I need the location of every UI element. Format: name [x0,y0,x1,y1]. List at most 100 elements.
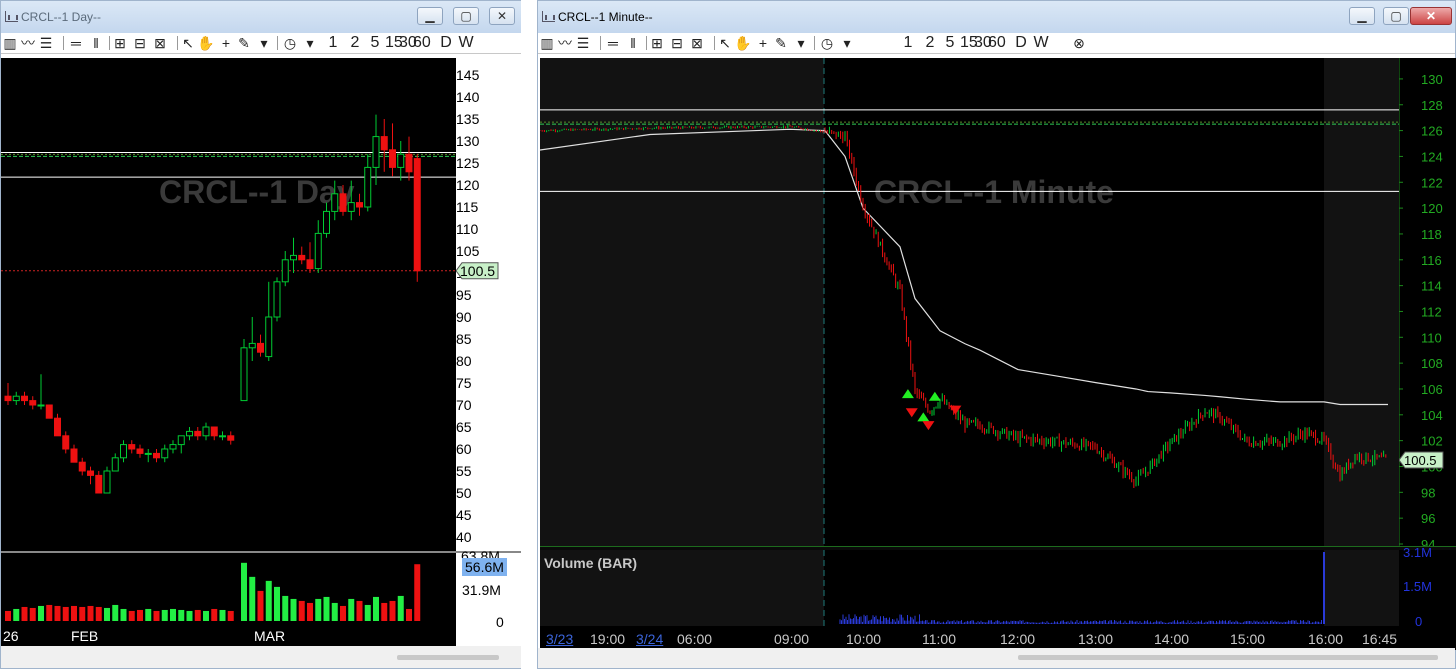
volume-bar [54,605,61,621]
minute-price-plot[interactable]: CRCL--1 Minute [540,58,1399,546]
daily-chart-window[interactable]: CRCL--1 Day-- ▁ ▢ ✕ ▥ 〰 ☰ ═ ‖ ⊞ ⊟ ⊠ ↖ ✋ + ✎ ▾ ◷ ▾ 1 2 5 15… [0,0,522,669]
price-axis-label: 95 [456,287,472,303]
volume-bar [397,595,404,621]
zoom-in-icon[interactable]: ⊞ [111,34,129,52]
volume-bar [145,608,152,621]
minute-chart-window[interactable]: CRCL--1 Minute-- ▁ ▢ ✕ ▥ 〰 ☰ ═ ‖ ⊞ ⊟ ⊠ ↖ ✋ + ✎ ▾ ◷ ▾ 1 2… [537,0,1456,669]
cursor-icon[interactable]: ↖ [179,34,197,52]
zoom-out-icon[interactable]: ⊟ [131,34,149,52]
volume-bar [290,598,297,621]
maximize-button[interactable]: ▢ [1383,7,1409,25]
close-button[interactable]: ✕ [489,7,515,25]
volume-pane-title: Volume (BAR) [544,555,638,571]
volume-bar [364,604,371,621]
lines-icon[interactable]: ═ [67,34,85,52]
lines-icon[interactable]: ═ [604,34,622,52]
hand-icon[interactable]: ✋ [734,34,752,52]
toolbar-separator [714,36,715,50]
candle-body [306,259,314,270]
vertical-lines-icon[interactable]: ‖ [87,34,105,52]
interval-W-button[interactable]: W [457,34,475,52]
interval-1-button[interactable]: 1 [900,34,916,52]
price-axis-label: 106 [1421,382,1443,397]
bar-chart-icon[interactable]: ▥ [1,34,19,52]
interval-2-button[interactable]: 2 [922,34,938,52]
zoom-fit-icon[interactable]: ⊠ [688,34,706,52]
close-button[interactable]: ✕ [1410,7,1452,25]
volume-bar [104,607,110,621]
clock-icon[interactable]: ◷ [818,34,836,52]
minute-volume-plot[interactable]: Volume (BAR) [540,550,1399,626]
volume-bar [315,598,322,621]
toolbar-separator [814,36,815,50]
zoom-in-icon[interactable]: ⊞ [648,34,666,52]
interval-W-button[interactable]: W [1032,34,1050,52]
dropdown-arrow-icon[interactable]: ▾ [838,34,856,52]
horizontal-scrollbar[interactable] [1,646,521,668]
pencil-icon[interactable]: ✎ [235,34,253,52]
price-axis-label: 60 [456,441,472,457]
volume-bar [178,609,185,621]
candle-body [62,435,70,450]
maximize-icon: ▢ [1390,9,1402,23]
buy-signal-arrow [917,412,930,422]
volume-bar [29,607,36,621]
interval-5-button[interactable]: 5 [942,34,958,52]
minimize-button[interactable]: ▁ [1349,7,1375,25]
time-axis-label: 06:00 [677,631,713,647]
indicator-icon[interactable]: ☰ [37,34,55,52]
indicator-icon[interactable]: ☰ [574,34,592,52]
close-chart-icon[interactable]: ⊗ [1070,34,1088,52]
line-chart-icon[interactable]: 〰 [556,34,574,52]
volume-bar [46,604,53,621]
price-axis-label: 98 [1421,485,1435,500]
interval-2-button[interactable]: 2 [347,34,363,52]
dropdown-arrow-icon[interactable]: ▾ [301,34,319,52]
price-axis-label: 70 [456,397,472,413]
volume-bar [389,600,396,621]
minute-chart-titlebar[interactable]: CRCL--1 Minute-- ▁ ▢ ✕ [538,1,1455,33]
clock-icon[interactable]: ◷ [281,34,299,52]
price-axis-label: 45 [456,507,472,523]
interval-60-button[interactable]: 60 [988,34,1006,52]
daily-price-svg: CRCL--1 Day [1,114,456,494]
maximize-button[interactable]: ▢ [453,7,479,25]
toolbar-separator [177,36,178,50]
vertical-lines-icon[interactable]: ‖ [624,34,642,52]
daily-volume-plot[interactable] [1,553,456,623]
candle-body [136,448,144,454]
line-chart-icon[interactable]: 〰 [19,34,37,52]
candle-body [12,395,20,402]
interval-5-button[interactable]: 5 [367,34,383,52]
toolbar-separator [646,36,647,50]
hand-icon[interactable]: ✋ [197,34,215,52]
scrollbar-thumb[interactable] [397,655,499,660]
pencil-icon[interactable]: ✎ [772,34,790,52]
volume-bar [340,605,346,621]
daily-chart-titlebar[interactable]: CRCL--1 Day-- ▁ ▢ ✕ [1,1,521,33]
interval-D-button[interactable]: D [1012,34,1030,52]
buy-signal-arrow [901,389,914,399]
crosshair-icon[interactable]: + [754,34,772,52]
candle-body [331,193,339,212]
dropdown-arrow-icon[interactable]: ▾ [255,34,273,52]
daily-price-plot[interactable]: CRCL--1 Day [1,58,456,551]
minimize-button[interactable]: ▁ [417,7,443,25]
interval-1-button[interactable]: 1 [325,34,341,52]
scrollbar-thumb[interactable] [1018,655,1438,660]
dropdown-arrow-icon[interactable]: ▾ [792,34,810,52]
interval-D-button[interactable]: D [437,34,455,52]
zoom-fit-icon[interactable]: ⊠ [151,34,169,52]
horizontal-scrollbar[interactable] [538,648,1455,668]
interval-60-button[interactable]: 60 [413,34,431,52]
cursor-icon[interactable]: ↖ [716,34,734,52]
volume-bar [87,605,94,621]
bar-chart-icon[interactable]: ▥ [538,34,556,52]
crosshair-icon[interactable]: + [217,34,235,52]
candle-body [413,158,421,272]
candle-body [339,193,347,212]
zoom-out-icon[interactable]: ⊟ [668,34,686,52]
volume-bar [128,610,135,621]
volume-bar [219,609,226,621]
price-axis-label: 128 [1421,98,1443,113]
